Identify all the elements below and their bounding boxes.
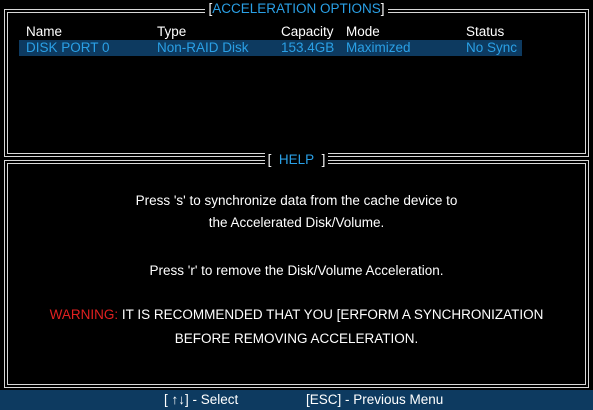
- column-type: Type: [157, 24, 187, 39]
- panel-title: [ACCELERATION OPTIONS]: [5, 1, 588, 17]
- column-status: Status: [466, 24, 505, 39]
- help-line-1: Press 's' to synchronize data from the c…: [135, 193, 458, 208]
- disk-name: DISK PORT 0: [26, 40, 110, 55]
- esc-hint: [ESC] - Previous Menu: [306, 392, 444, 407]
- disk-type: Non-RAID Disk: [157, 40, 249, 55]
- warning-text: IT IS RECOMMENDED THAT YOU [ERFORM A SYN…: [118, 307, 544, 322]
- help-line-2: the Accelerated Disk/Volume.: [208, 215, 385, 230]
- disk-capacity: 153.4GB: [281, 40, 335, 55]
- disk-status: No Sync: [466, 40, 518, 55]
- column-capacity: Capacity: [281, 24, 334, 39]
- select-hint: [ ↑↓] - Select: [164, 392, 239, 407]
- help-line-3: Press 'r' to remove the Disk/Volume Acce…: [149, 263, 444, 278]
- disk-mode: Maximized: [346, 40, 411, 55]
- column-mode: Mode: [346, 24, 380, 39]
- help-warning-line: WARNING: IT IS RECOMMENDED THAT YOU [ERF…: [5, 307, 588, 322]
- warning-label: WARNING:: [49, 307, 119, 322]
- footer-bar: [ ↑↓] - Select [ESC] - Previous Menu: [0, 390, 593, 410]
- acceleration-options-title: ACCELERATION OPTIONS: [212, 1, 381, 16]
- help-title-row: [ HELP ]: [5, 152, 588, 168]
- table-row[interactable]: DISK PORT 0 Non-RAID Disk 153.4GB Maximi…: [19, 40, 522, 56]
- table-header: Name Type Capacity Mode Status: [26, 24, 585, 40]
- help-line-5: BEFORE REMOVING ACCELERATION.: [174, 331, 419, 346]
- help-title: HELP: [278, 152, 315, 167]
- column-name: Name: [26, 24, 63, 39]
- help-panel: [ HELP ] Press 's' to synchronize data f…: [4, 152, 589, 388]
